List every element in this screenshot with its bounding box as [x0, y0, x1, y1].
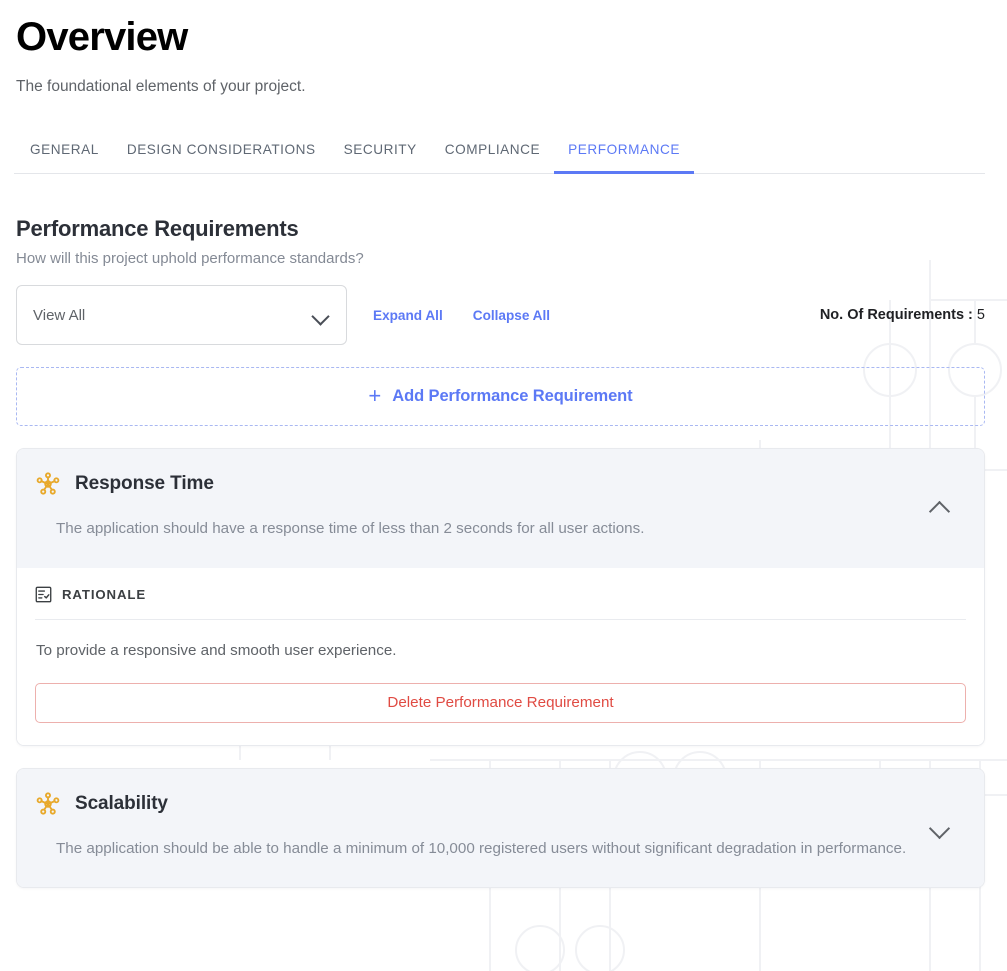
expand-all-button[interactable]: Expand All [373, 308, 443, 323]
plus-icon: + [368, 382, 382, 408]
requirements-count-value: 5 [976, 307, 985, 323]
requirements-count-label: No. Of Requirements : [819, 307, 973, 323]
chevron-up-icon [931, 498, 948, 515]
tab-compliance[interactable]: COMPLIANCE [431, 138, 554, 174]
page-subtitle: The foundational elements of your projec… [16, 78, 306, 95]
tab-bar: GENERAL DESIGN CONSIDERATIONS SECURITY C… [14, 138, 985, 174]
add-performance-requirement-button[interactable]: + Add Performance Requirement [16, 367, 985, 426]
view-filter-value: View All [33, 306, 86, 324]
view-filter-select[interactable]: View All [16, 285, 347, 345]
collapse-all-button[interactable]: Collapse All [473, 308, 550, 323]
requirement-title: Response Time [75, 473, 214, 494]
requirement-title: Scalability [75, 792, 168, 814]
rationale-text: To provide a responsive and smooth user … [36, 641, 397, 659]
page-root: Overview The foundational elements of yo… [0, 0, 1007, 889]
hub-network-icon [36, 791, 60, 815]
tab-general[interactable]: GENERAL [16, 138, 113, 174]
requirement-description: The application should be able to handle… [56, 839, 907, 857]
section-title: Performance Requirements [16, 216, 299, 241]
checklist-icon [35, 586, 52, 603]
section-subtitle: How will this project uphold performance… [16, 250, 364, 267]
tab-security[interactable]: SECURITY [330, 138, 431, 174]
requirement-card-header[interactable]: Response Time The application should hav… [17, 449, 984, 568]
chevron-down-icon [931, 818, 948, 835]
requirement-card-header[interactable]: Scalability The application should be ab… [17, 768, 984, 888]
requirement-collapse-toggle[interactable] [928, 497, 950, 519]
requirement-card: Response Time The application should hav… [16, 448, 985, 746]
requirement-card-body: RATIONALE To provide a responsive and sm… [17, 567, 984, 745]
requirement-description: The application should have a response t… [56, 520, 645, 537]
chevron-down-icon [313, 307, 330, 324]
requirement-title-row: Scalability [35, 791, 960, 817]
tab-performance[interactable]: PERFORMANCE [554, 138, 694, 174]
rationale-label: RATIONALE [62, 586, 147, 602]
delete-performance-requirement-button[interactable]: Delete Performance Requirement [35, 682, 966, 723]
page-title: Overview [16, 15, 188, 59]
tab-design-considerations[interactable]: DESIGN CONSIDERATIONS [113, 138, 330, 174]
add-performance-requirement-label: Add Performance Requirement [392, 387, 633, 405]
requirement-title-row: Response Time [35, 471, 960, 497]
requirement-card: Scalability The application should be ab… [16, 767, 985, 889]
requirements-count: No. Of Requirements : 5 [820, 307, 985, 323]
rationale-header: RATIONALE [35, 586, 966, 620]
controls-row: View All Expand All Collapse All No. Of … [14, 285, 985, 345]
requirement-expand-toggle[interactable] [928, 817, 950, 839]
hub-network-icon [36, 472, 60, 495]
